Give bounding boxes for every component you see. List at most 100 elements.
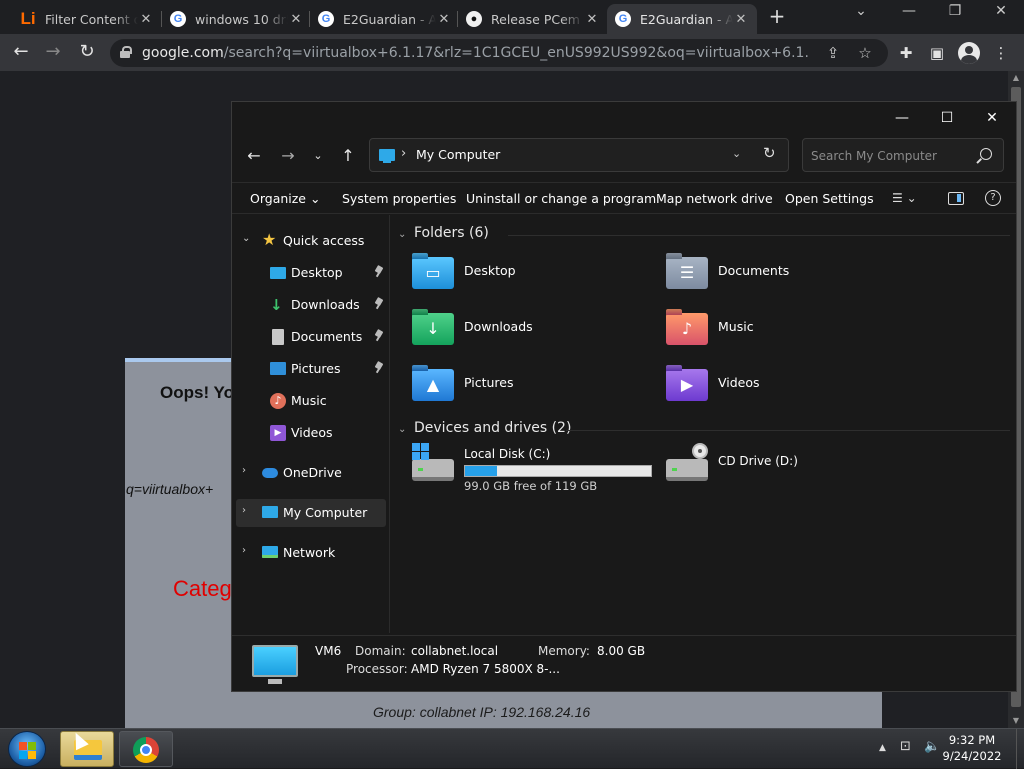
show-desktop-button[interactable]	[1016, 729, 1024, 769]
nav-pictures[interactable]: Pictures	[232, 355, 388, 383]
taskbar-explorer-button[interactable]	[60, 731, 114, 767]
nav-downloads[interactable]: ↓ Downloads	[232, 291, 388, 319]
minimize-button[interactable]: —	[880, 106, 924, 130]
folders-group-header[interactable]: ⌄ Folders (6)	[398, 225, 1010, 249]
minimize-button[interactable]: —	[894, 3, 924, 25]
block-heading: Oops! Yo	[160, 383, 234, 402]
chevron-right-icon[interactable]: ›	[242, 465, 246, 476]
browser-toolbar: ← → ↻ google.com/search?q=viirtualbox+6.…	[0, 34, 1024, 71]
chevron-down-icon[interactable]: ⌄	[242, 233, 250, 244]
explorer-title-bar[interactable]: — ☐ ✕	[232, 102, 1016, 132]
search-field[interactable]	[802, 138, 1004, 172]
open-settings-button[interactable]: Open Settings	[785, 191, 874, 206]
menu-icon[interactable]: ⋮	[990, 42, 1012, 64]
nav-desktop[interactable]: Desktop	[232, 259, 388, 287]
close-icon[interactable]: ✕	[584, 12, 600, 27]
folder-pictures[interactable]: ▲ Pictures	[412, 365, 662, 415]
close-icon[interactable]: ✕	[436, 12, 452, 27]
nav-onedrive[interactable]: › OneDrive	[232, 459, 388, 487]
chevron-right-icon[interactable]: ›	[242, 545, 246, 556]
url-text[interactable]: google.com/search?q=viirtualbox+6.1.17&r…	[142, 45, 810, 61]
side-panel-icon[interactable]: ▣	[926, 42, 948, 64]
start-button[interactable]	[8, 731, 46, 767]
tab-e2guardian-active[interactable]: G E2Guardian - Ac ✕	[607, 4, 757, 34]
drive-d[interactable]: CD Drive (D:)	[666, 443, 916, 497]
google-icon: G	[170, 11, 186, 27]
address-bar[interactable]: google.com/search?q=viirtualbox+6.1.17&r…	[110, 39, 888, 67]
system-properties-button[interactable]: System properties	[342, 191, 456, 206]
download-icon: ↓	[270, 296, 283, 314]
restore-button[interactable]: ❐	[940, 3, 970, 25]
breadcrumb-my-computer[interactable]: My Computer	[416, 147, 500, 162]
chevron-down-icon[interactable]: ⌄	[398, 424, 406, 435]
tab-filter-content[interactable]: Li Filter Content on ✕	[12, 4, 162, 34]
drive-c[interactable]: Local Disk (C:) 99.0 GB free of 119 GB	[412, 443, 662, 497]
close-window-button[interactable]: ✕	[986, 3, 1016, 25]
drive-usage-bar	[464, 465, 652, 477]
preview-pane-icon[interactable]	[948, 192, 964, 205]
search-icon[interactable]	[975, 147, 993, 165]
chevron-right-icon[interactable]: ›	[242, 505, 246, 516]
maximize-button[interactable]: ☐	[925, 106, 969, 130]
back-button[interactable]: ←	[244, 146, 264, 166]
folder-music[interactable]: ♪ Music	[666, 309, 916, 359]
folder-videos[interactable]: ▶ Videos	[666, 365, 916, 415]
show-hidden-icons-icon[interactable]: ▲	[879, 743, 886, 753]
nav-network[interactable]: › Network	[232, 539, 388, 567]
pin-icon	[374, 266, 384, 278]
extensions-icon[interactable]: ✚	[895, 42, 917, 64]
map-network-drive-button[interactable]: Map network drive	[656, 191, 773, 206]
folder-documents[interactable]: ☰ Documents	[666, 253, 916, 303]
url-path: /search?q=viirtualbox+6.1.17&rlz=1C1GCEU…	[223, 45, 810, 61]
reload-button[interactable]: ↻	[76, 42, 98, 64]
close-button[interactable]: ✕	[970, 106, 1014, 130]
network-tray-icon[interactable]: ⊡	[900, 739, 911, 754]
view-options-icon[interactable]: ☰ ⌄	[892, 191, 930, 207]
forward-button[interactable]: →	[42, 42, 64, 64]
pictures-icon	[270, 362, 286, 375]
close-icon[interactable]: ✕	[138, 12, 154, 27]
forward-button[interactable]: →	[278, 146, 298, 166]
chevron-down-icon[interactable]: ⌄	[732, 147, 741, 160]
folder-desktop[interactable]: ▭ Desktop	[412, 253, 662, 303]
refresh-icon[interactable]: ↻	[763, 144, 776, 162]
tab-search-icon[interactable]: ⌄	[846, 3, 876, 25]
folder-label: Music	[718, 319, 754, 334]
tab-release-pcem[interactable]: ● Release PCem v ✕	[458, 4, 608, 34]
profile-avatar[interactable]	[958, 42, 980, 64]
tab-windows-10[interactable]: G windows 10 dr5 ✕	[162, 4, 312, 34]
search-input[interactable]	[811, 147, 971, 165]
nav-quick-access[interactable]: ⌄ ★ Quick access	[232, 227, 388, 255]
breadcrumb-chevron-icon[interactable]: ›	[401, 146, 406, 161]
nav-music[interactable]: ♪ Music	[232, 387, 388, 415]
share-icon[interactable]: ⇪	[824, 44, 842, 62]
nav-my-computer[interactable]: › My Computer	[236, 499, 386, 527]
close-icon[interactable]: ✕	[288, 12, 304, 27]
domain-label: Domain:	[355, 644, 406, 658]
help-icon[interactable]: ?	[985, 190, 1001, 206]
group-ip-line: Group: collabnet IP: 192.168.24.16	[373, 704, 591, 720]
videos-folder-icon: ▶	[666, 369, 708, 401]
scroll-down-icon[interactable]: ▼	[1008, 714, 1024, 728]
bookmark-star-icon[interactable]: ☆	[856, 44, 874, 62]
nav-documents[interactable]: Documents	[232, 323, 388, 351]
uninstall-program-button[interactable]: Uninstall or change a program	[466, 191, 656, 206]
system-clock[interactable]: 9:32 PM 9/24/2022	[942, 732, 1002, 764]
new-tab-button[interactable]: +	[766, 6, 788, 28]
close-icon[interactable]: ✕	[733, 12, 749, 27]
back-button[interactable]: ←	[10, 42, 32, 64]
blocked-query: q=viirtualbox+	[126, 481, 214, 497]
music-icon: ♪	[270, 393, 286, 409]
taskbar-chrome-button[interactable]	[119, 731, 173, 767]
folder-downloads[interactable]: ↓ Downloads	[412, 309, 662, 359]
organize-button[interactable]: Organize ⌄	[250, 191, 320, 206]
scroll-up-icon[interactable]: ▲	[1008, 71, 1024, 85]
tab-e2guardian-1[interactable]: G E2Guardian - Ac ✕	[310, 4, 460, 34]
nav-videos[interactable]: ▶ Videos	[232, 419, 388, 447]
chevron-down-icon[interactable]: ⌄	[398, 229, 406, 240]
up-button[interactable]: ↑	[338, 146, 358, 166]
recent-locations-button[interactable]: ⌄	[308, 146, 328, 166]
address-box[interactable]: › My Computer ⌄ ↻	[369, 138, 789, 172]
volume-icon[interactable]: 🔈	[924, 739, 940, 754]
devices-group-header[interactable]: ⌄ Devices and drives (2)	[398, 420, 1010, 444]
